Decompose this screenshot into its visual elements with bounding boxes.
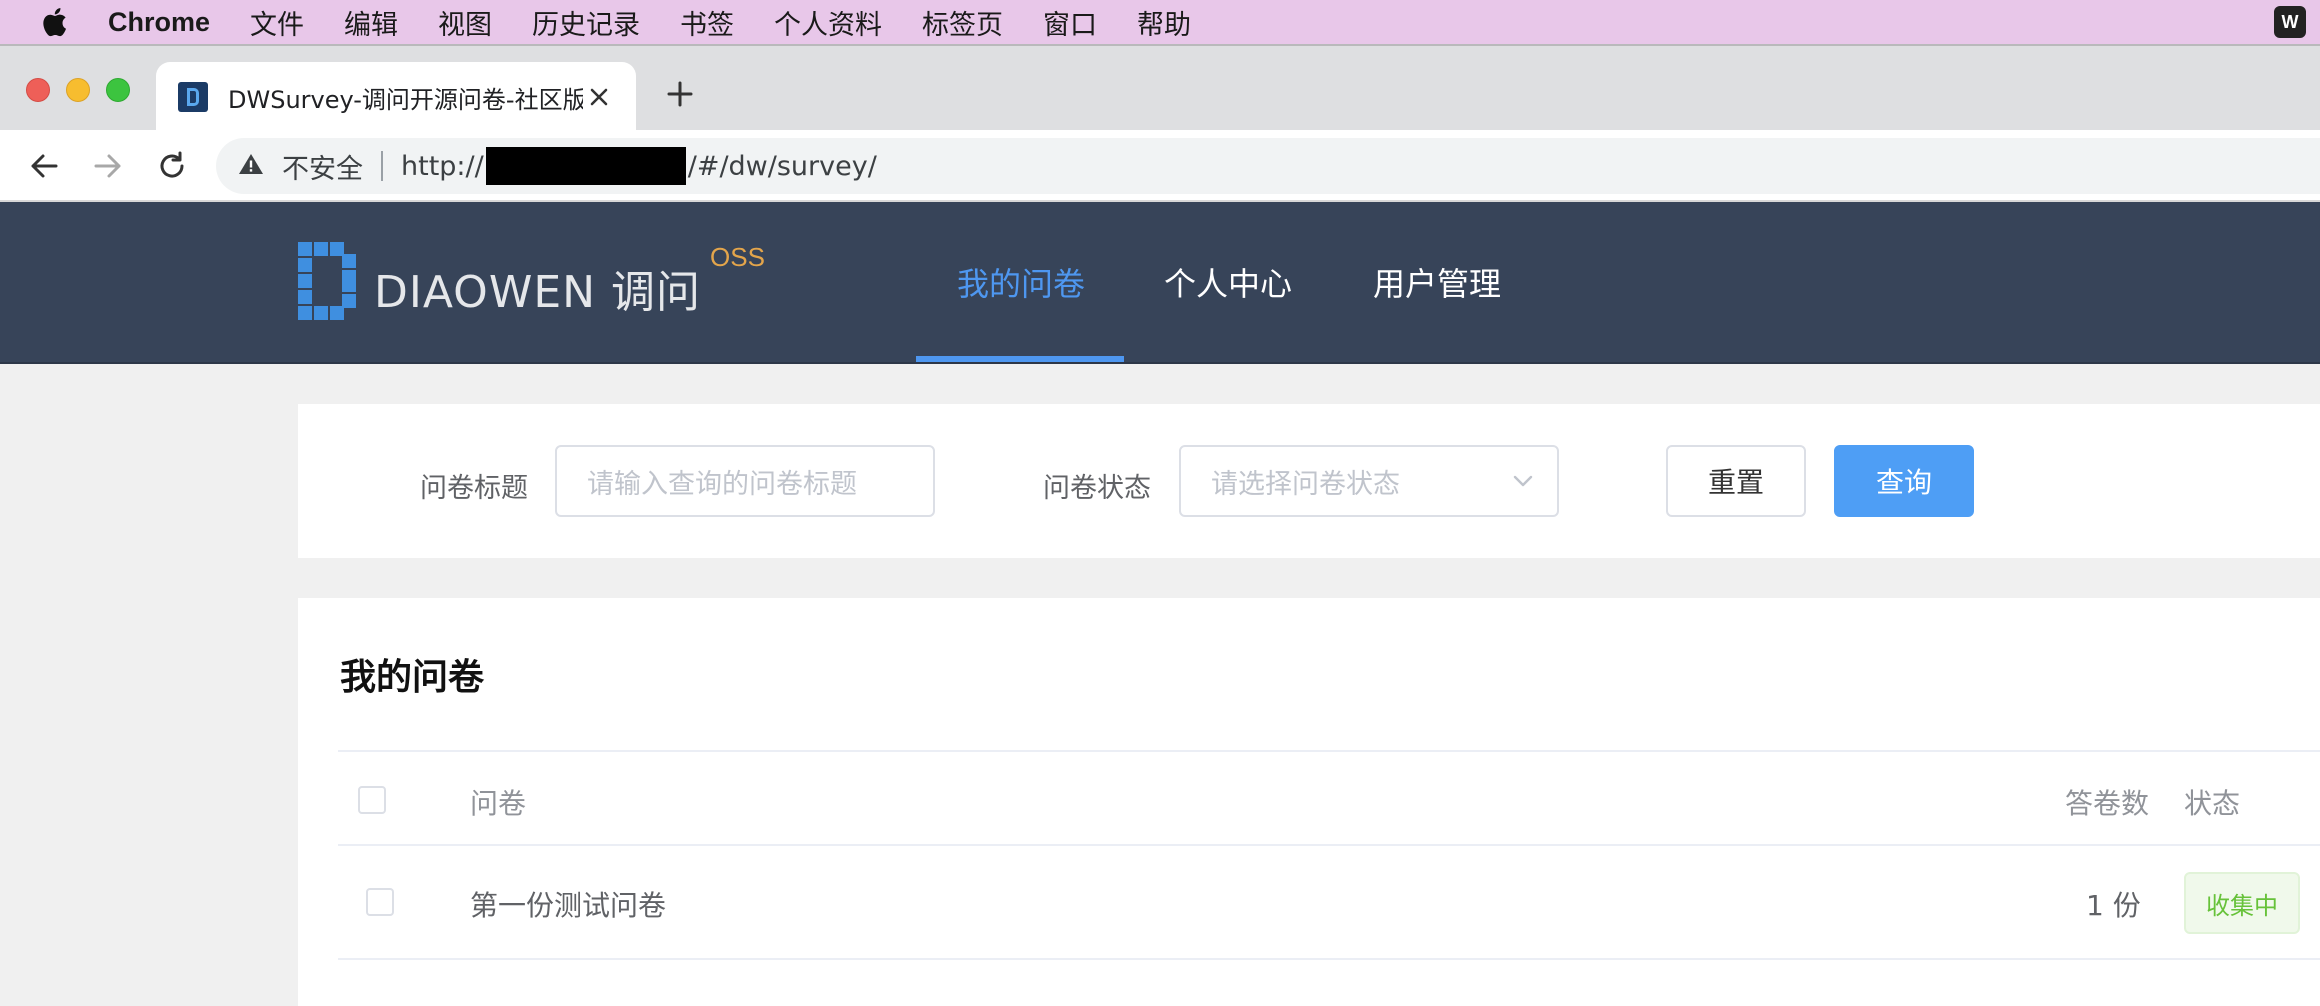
chevron-down-icon[interactable] <box>1511 469 1535 493</box>
survey-title-placeholder: 请输入查询的问卷标题 <box>587 468 857 500</box>
menu-file[interactable]: 文件 <box>250 3 304 42</box>
survey-list-card: 我的问卷 问卷 答卷数 状态 第一份测试问卷 1 份 收集中 <box>298 598 2320 1006</box>
menu-help[interactable]: 帮助 <box>1137 3 1191 42</box>
menu-view[interactable]: 视图 <box>438 3 492 42</box>
apple-logo-icon[interactable] <box>40 7 68 37</box>
row-checkbox[interactable] <box>366 888 394 916</box>
menu-profile[interactable]: 个人资料 <box>774 3 882 42</box>
column-status: 状态 <box>2184 787 2241 820</box>
warning-triangle-icon[interactable] <box>238 152 264 181</box>
macos-menubar: Chrome 文件 编辑 视图 历史记录 书签 个人资料 标签页 窗口 帮助 W <box>0 0 2320 44</box>
window-close-button[interactable] <box>26 78 50 102</box>
answer-count: 1 份 <box>2086 889 2141 922</box>
browser-toolbar: 不安全 http:// /#/dw/survey/ <box>0 130 2320 202</box>
column-survey: 问卷 <box>470 787 527 820</box>
url-text[interactable]: http:// /#/dw/survey/ <box>401 147 877 185</box>
url-suffix: /#/dw/survey/ <box>687 150 877 182</box>
url-prefix: http:// <box>401 150 484 182</box>
survey-status-label: 问卷状态 <box>1043 473 1151 504</box>
menu-edit[interactable]: 编辑 <box>344 3 398 42</box>
redacted-host-block <box>485 147 686 185</box>
survey-name[interactable]: 第一份测试问卷 <box>470 884 666 924</box>
table-header: 问卷 答卷数 状态 <box>338 750 2320 846</box>
logo-wordmark[interactable]: DIAOWEN 调问 <box>374 256 701 320</box>
window-minimize-button[interactable] <box>66 78 90 102</box>
nav-active-underline <box>916 356 1124 362</box>
security-label[interactable]: 不安全 <box>282 147 363 186</box>
survey-title-input[interactable]: 请输入查询的问卷标题 <box>555 445 935 517</box>
address-separator <box>381 151 383 181</box>
card-title: 我的问卷 <box>340 657 485 698</box>
tab-close-icon[interactable] <box>582 80 616 114</box>
wps-tray-icon[interactable]: W <box>2274 6 2306 38</box>
address-bar[interactable]: 不安全 http:// /#/dw/survey/ <box>216 138 2320 194</box>
status-badge: 收集中 <box>2184 872 2300 934</box>
survey-title-label: 问卷标题 <box>420 473 528 504</box>
menu-bookmarks[interactable]: 书签 <box>680 3 734 42</box>
menu-history[interactable]: 历史记录 <box>532 3 640 42</box>
nav-personal-center[interactable]: 个人中心 <box>1164 202 1292 362</box>
select-all-checkbox[interactable] <box>358 786 386 814</box>
column-answers: 答卷数 <box>2065 787 2150 820</box>
tab-title: DWSurvey-调问开源问卷-社区版 <box>228 85 583 114</box>
filter-panel: 问卷标题 请输入查询的问卷标题 问卷状态 请选择问卷状态 重置 查询 <box>298 404 2320 558</box>
forward-arrow-icon[interactable] <box>90 148 126 184</box>
reset-button[interactable]: 重置 <box>1666 445 1806 517</box>
new-tab-icon[interactable] <box>662 76 698 112</box>
survey-status-select[interactable]: 请选择问卷状态 <box>1179 445 1559 517</box>
nav-user-management[interactable]: 用户管理 <box>1373 202 1501 362</box>
diaowen-logo-icon[interactable] <box>298 242 356 320</box>
menu-app-name[interactable]: Chrome <box>108 7 210 38</box>
table-row[interactable]: 第一份测试问卷 1 份 收集中 <box>338 846 2320 960</box>
site-favicon-icon <box>178 82 208 112</box>
survey-status-placeholder: 请选择问卷状态 <box>1211 468 1400 500</box>
reload-icon[interactable] <box>154 148 190 184</box>
logo-oss-badge: OSS <box>710 242 765 272</box>
browser-tab-active[interactable]: DWSurvey-调问开源问卷-社区版 <box>156 62 636 132</box>
app-header: DIAOWEN 调问 OSS 我的问卷 个人中心 用户管理 <box>0 202 2320 364</box>
menu-window[interactable]: 窗口 <box>1043 3 1097 42</box>
menu-tabs[interactable]: 标签页 <box>922 3 1003 42</box>
back-arrow-icon[interactable] <box>26 148 62 184</box>
nav-my-surveys[interactable]: 我的问卷 <box>957 202 1085 362</box>
browser-tabstrip: DWSurvey-调问开源问卷-社区版 <box>0 44 2320 132</box>
query-button[interactable]: 查询 <box>1834 445 1974 517</box>
window-zoom-button[interactable] <box>106 78 130 102</box>
